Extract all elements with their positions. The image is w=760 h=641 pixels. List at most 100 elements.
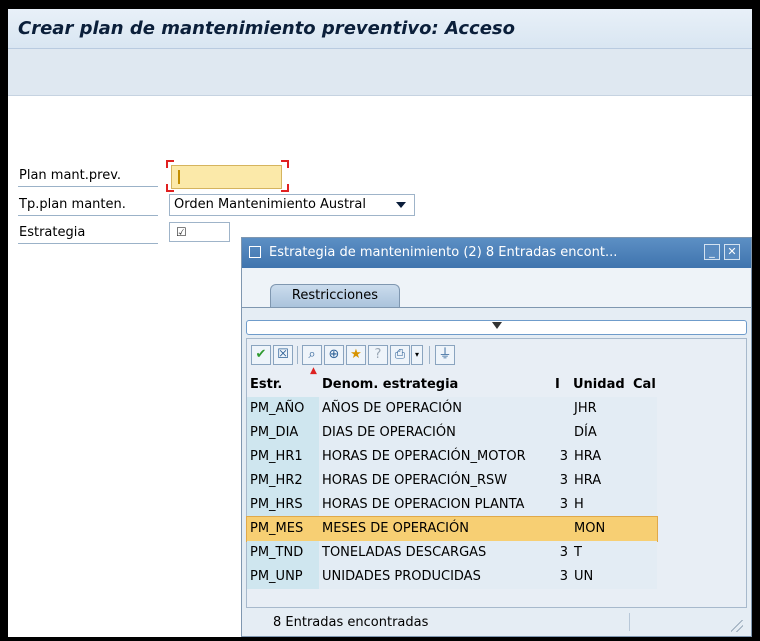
table-row[interactable]: PM_TND TONELADAS DESCARGAS 3 T — [247, 541, 657, 565]
table-row[interactable]: PM_HR2 HORAS DE OPERACIÓN_RSW 3 HRA — [247, 469, 657, 493]
help-icon[interactable]: ? — [368, 345, 388, 365]
estrategia-input[interactable]: ☑ — [169, 222, 230, 242]
tipo-plan-dropdown[interactable]: Orden Mantenimiento Austral — [169, 194, 415, 216]
cell-estr: PM_MES — [250, 521, 304, 536]
dialog-icon — [249, 246, 261, 258]
plan-label: Plan mant.prev. — [19, 168, 122, 183]
cell-i: 3 — [559, 497, 568, 512]
focus-corner-tr — [281, 160, 289, 168]
table-row[interactable]: PM_UNP UNIDADES PRODUCIDAS 3 UN — [247, 565, 657, 589]
dialog-title: Estrategia de mantenimiento (2) 8 Entrad… — [269, 245, 618, 260]
find-next-icon[interactable]: ⊕ — [324, 345, 344, 365]
cell-cal — [631, 565, 657, 589]
table-row[interactable]: PM_HR1 HORAS DE OPERACIÓN_MOTOR 3 HRA — [247, 445, 657, 469]
cancel-icon[interactable]: ☒ — [273, 345, 293, 365]
search-help-icon[interactable]: ☑ — [176, 225, 187, 239]
table-row[interactable]: PM_DIA DIAS DE OPERACIÓN DÍA — [247, 421, 657, 445]
filter-icon[interactable]: ⏚ — [435, 345, 455, 365]
cell-unidad: MON — [574, 521, 606, 536]
cell-denom: TONELADAS DESCARGAS — [322, 545, 487, 560]
focus-corner-br — [281, 184, 289, 192]
cell-unidad: UN — [574, 569, 594, 584]
cell-estr: PM_UNP — [247, 565, 319, 589]
cell-estr: PM_HR1 — [247, 445, 319, 469]
status-text: 8 Entradas encontradas — [273, 615, 429, 630]
minimize-icon[interactable]: _ — [704, 244, 720, 260]
application-toolbar — [8, 49, 752, 96]
focus-corner-bl — [166, 184, 174, 192]
title-bar: Crear plan de mantenimiento preventivo: … — [8, 9, 752, 49]
cell-cal — [631, 517, 657, 541]
table-row[interactable]: PM_HRS HORAS DE OPERACION PLANTA 3 H — [247, 493, 657, 517]
sort-asc-icon: ▲ — [310, 366, 317, 376]
plan-input[interactable] — [171, 165, 282, 189]
cell-denom: HORAS DE OPERACIÓN_RSW — [322, 473, 508, 488]
hit-list: ✔ ☒ ⌕ ⊕ ★ ? ⎙ ▾ ⏚ Estr. ▲ Denom. estrate… — [246, 338, 747, 608]
col-header-i[interactable]: I — [555, 373, 560, 397]
cell-unidad: DÍA — [574, 425, 597, 440]
print-icon[interactable]: ⎙ — [390, 345, 410, 365]
cell-i: 3 — [559, 569, 568, 584]
cell-unidad: HRA — [574, 449, 602, 464]
cell-denom: HORAS DE OPERACIÓN_MOTOR — [322, 449, 526, 464]
status-bar: 8 Entradas encontradas — [246, 609, 747, 635]
cell-denom: MESES DE OPERACIÓN — [322, 521, 469, 536]
cell-cal — [631, 469, 657, 493]
toolbar-separator — [429, 346, 430, 364]
cell-denom: UNIDADES PRODUCIDAS — [322, 569, 481, 584]
col-header-estr[interactable]: Estr. — [250, 373, 282, 397]
dropdown-icon[interactable]: ▾ — [411, 345, 423, 365]
tipo-plan-value: Orden Mantenimiento Austral — [174, 197, 366, 212]
plan-label-underline — [18, 186, 158, 187]
tipo-label-underline — [18, 215, 158, 216]
restrictions-toggle[interactable] — [246, 320, 747, 335]
cell-estr: PM_HRS — [247, 493, 319, 517]
cell-denom: AÑOS DE OPERACIÓN — [322, 401, 462, 416]
close-icon[interactable]: ✕ — [724, 244, 740, 260]
chevron-down-icon[interactable] — [396, 202, 406, 208]
cell-cal — [631, 397, 657, 421]
expand-triangle-icon[interactable] — [492, 322, 502, 329]
cell-i — [553, 397, 571, 421]
cell-denom: DIAS DE OPERACIÓN — [322, 425, 456, 440]
table-header: Estr. ▲ Denom. estrategia I Unidad Cal — [247, 367, 657, 397]
tab-restricciones[interactable]: Restricciones — [270, 284, 400, 308]
cell-unidad: H — [574, 497, 584, 512]
status-divider — [629, 613, 630, 631]
page-title: Crear plan de mantenimiento preventivo: … — [18, 18, 515, 39]
estrategia-label: Estrategia — [19, 225, 86, 240]
strategy-search-dialog: Estrategia de mantenimiento (2) 8 Entrad… — [241, 237, 752, 637]
cell-unidad: HRA — [574, 473, 602, 488]
tab-strip: Restricciones — [242, 268, 751, 308]
tab-divider — [242, 307, 751, 308]
cell-estr: PM_DIA — [247, 421, 319, 445]
binoculars-icon[interactable]: ⌕ — [302, 345, 322, 365]
toolbar-separator — [297, 346, 298, 364]
cell-estr: PM_TND — [247, 541, 319, 565]
cell-cal — [631, 493, 657, 517]
tipo-plan-label: Tp.plan manten. — [19, 197, 126, 212]
check-icon[interactable]: ✔ — [251, 345, 271, 365]
cell-cal — [631, 445, 657, 469]
col-header-unidad[interactable]: Unidad — [573, 373, 625, 397]
cell-denom: HORAS DE OPERACION PLANTA — [322, 497, 525, 512]
cell-i: 3 — [559, 473, 568, 488]
cell-unidad: JHR — [574, 401, 597, 416]
cell-unidad: T — [574, 545, 582, 560]
dialog-title-bar[interactable]: Estrategia de mantenimiento (2) 8 Entrad… — [242, 238, 751, 268]
sap-window: Crear plan de mantenimiento preventivo: … — [8, 9, 752, 637]
table-row[interactable]: PM_MES MESES DE OPERACIÓN MON — [246, 516, 658, 542]
resize-grip-icon[interactable] — [731, 620, 743, 632]
estrategia-label-underline — [18, 243, 158, 244]
cell-estr: PM_HR2 — [247, 469, 319, 493]
focus-corner-tl — [166, 160, 174, 168]
col-header-denom[interactable]: Denom. estrategia — [322, 373, 458, 397]
table-row[interactable]: PM_AÑO AÑOS DE OPERACIÓN JHR — [247, 397, 657, 421]
cell-cal — [631, 541, 657, 565]
cell-estr: PM_AÑO — [247, 397, 319, 421]
cell-i — [553, 517, 571, 541]
cell-i: 3 — [559, 449, 568, 464]
col-header-cal[interactable]: Cal — [633, 373, 656, 397]
favorite-add-icon[interactable]: ★ — [346, 345, 366, 365]
cell-i: 3 — [559, 545, 568, 560]
